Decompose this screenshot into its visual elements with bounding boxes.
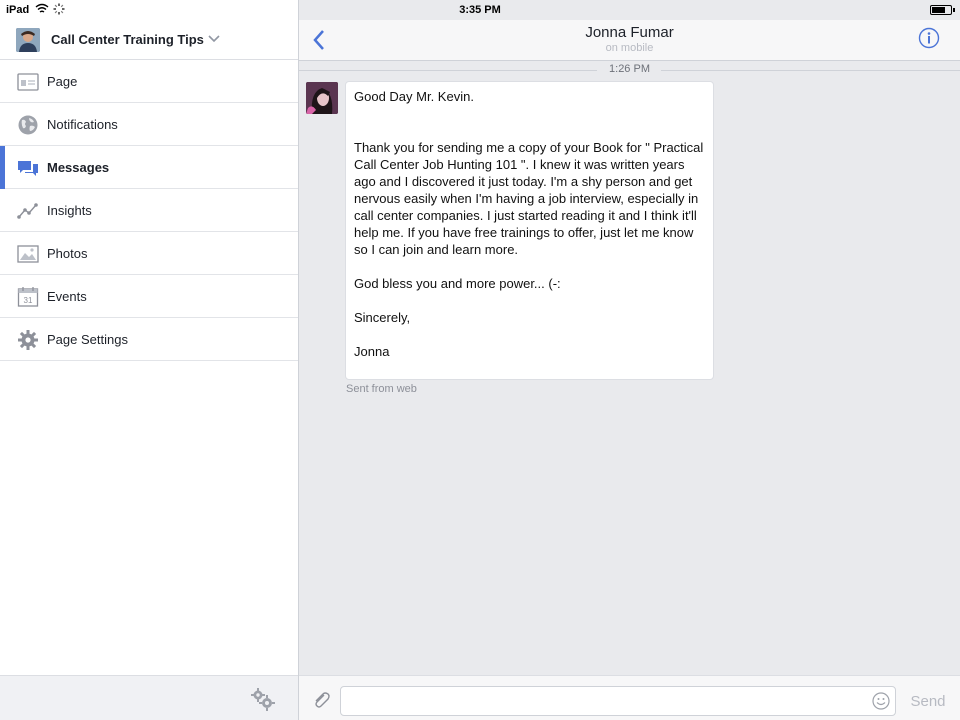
send-button[interactable]: Send — [900, 686, 956, 716]
status-bar: iPad 3:35 PM — [0, 0, 960, 20]
sidebar-item-insights[interactable]: Insights — [0, 189, 298, 232]
sidebar-item-notifications[interactable]: Notifications — [0, 103, 298, 146]
sidebar-item-page-settings[interactable]: Page Settings — [0, 318, 298, 361]
message-composer: Send — [299, 675, 960, 720]
sidebar-item-photos[interactable]: Photos — [0, 232, 298, 275]
page-avatar — [16, 28, 40, 52]
sidebar-item-label: Page Settings — [47, 332, 128, 347]
sidebar-item-events[interactable]: 31 Events — [0, 275, 298, 318]
message-blessing: God bless you and more power... (-: — [354, 276, 561, 291]
settings-gears-icon[interactable] — [250, 687, 276, 716]
conversation-pane: Jonna Fumar on mobile 1:26 PM Good Day M… — [299, 0, 960, 720]
device-name: iPad — [6, 4, 30, 16]
calendar-day: 31 — [24, 296, 33, 305]
page-icon — [17, 71, 39, 93]
sidebar-item-messages[interactable]: Messages — [0, 146, 298, 189]
message-signature: Jonna — [354, 344, 390, 359]
message-closing: Sincerely, — [354, 310, 411, 325]
insights-icon — [17, 200, 39, 222]
thread-header: Jonna Fumar on mobile — [299, 20, 960, 61]
messages-icon — [17, 157, 39, 179]
sender-avatar[interactable] — [306, 82, 338, 114]
time-divider: 1:26 PM — [299, 63, 960, 77]
status-time: 3:35 PM — [459, 4, 501, 16]
battery-icon — [930, 5, 955, 15]
smiley-icon[interactable] — [872, 692, 890, 715]
sidebar-item-label: Notifications — [47, 117, 118, 132]
sidebar-item-label: Insights — [47, 203, 92, 218]
thread-status: on mobile — [605, 42, 654, 54]
photos-icon — [17, 243, 39, 265]
chevron-down-icon[interactable] — [207, 32, 221, 51]
page-name: Call Center Training Tips — [51, 32, 204, 47]
message-input[interactable] — [340, 686, 896, 716]
sidebar-nav: Page Notifications Messages Insights Pho… — [0, 60, 298, 361]
calendar-icon: 31 — [17, 286, 39, 308]
sidebar-item-label: Events — [47, 289, 87, 304]
activity-spinner-icon — [53, 3, 65, 18]
sidebar-item-label: Messages — [47, 160, 110, 175]
message-greeting: Good Day Mr. Kevin. — [354, 89, 474, 104]
message-time: 1:26 PM — [609, 63, 650, 75]
sidebar-item-label: Page — [47, 74, 78, 89]
sidebar: Call Center Training Tips Page Notificat… — [0, 0, 299, 720]
info-icon[interactable] — [918, 27, 940, 54]
page-switcher[interactable]: Call Center Training Tips — [0, 20, 298, 60]
gear-icon — [17, 329, 39, 351]
thread-title: Jonna Fumar — [585, 24, 674, 41]
sidebar-item-label: Photos — [47, 246, 88, 261]
message-body: Thank you for sending me a copy of your … — [354, 140, 704, 257]
sidebar-item-page[interactable]: Page — [0, 60, 298, 103]
sidebar-footer — [0, 675, 298, 720]
sent-from-label: Sent from web — [346, 383, 417, 395]
globe-icon — [17, 114, 39, 136]
message-bubble: Good Day Mr. Kevin. Thank you for sendin… — [345, 81, 714, 380]
wifi-icon — [35, 3, 49, 18]
paperclip-icon[interactable] — [311, 690, 331, 715]
